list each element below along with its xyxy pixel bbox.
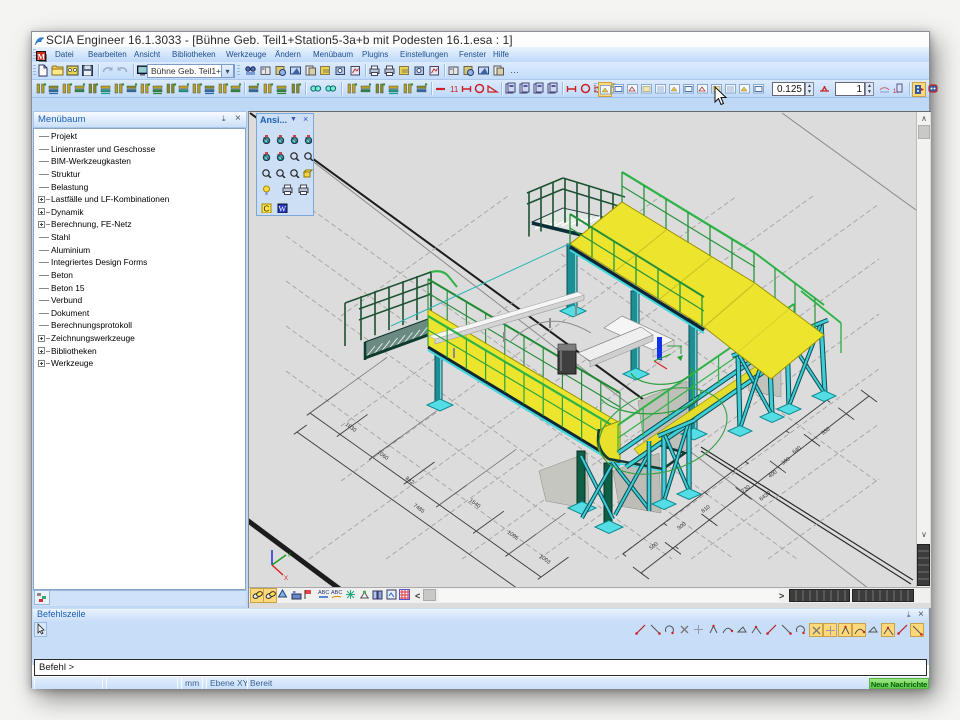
svg-text:ABC: ABC: [318, 590, 329, 596]
svg-text:M: M: [38, 53, 46, 62]
svg-text:Y: Y: [287, 553, 291, 559]
svg-text:C: C: [264, 205, 270, 214]
svg-text:X: X: [284, 576, 288, 582]
svg-text:1.: 1.: [893, 89, 898, 95]
svg-text:W: W: [279, 205, 287, 214]
svg-text:11: 11: [450, 85, 459, 94]
svg-text:ABC: ABC: [331, 590, 342, 596]
